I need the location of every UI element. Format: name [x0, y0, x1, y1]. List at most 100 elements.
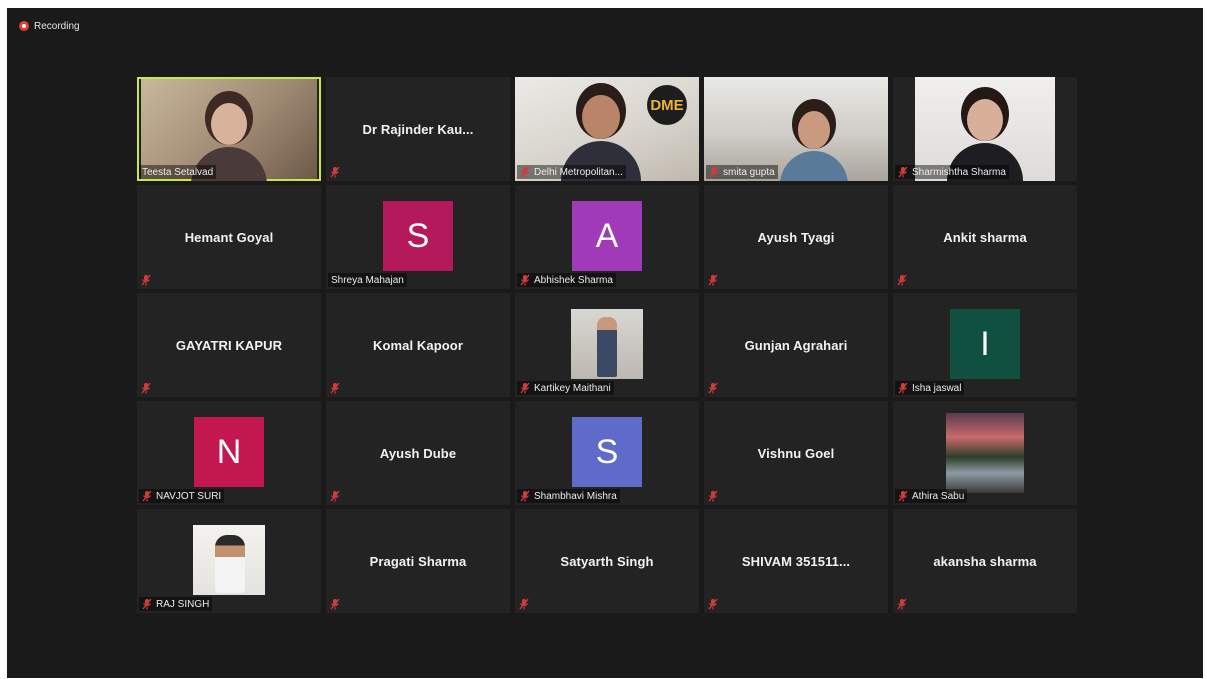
mic-muted-icon	[330, 382, 340, 394]
recording-indicator[interactable]: Recording	[19, 19, 80, 33]
record-icon	[19, 21, 29, 31]
mic-muted-icon	[897, 274, 907, 286]
mic-muted-icon	[330, 490, 340, 502]
mic-muted-indicator	[141, 381, 151, 394]
participant-figure	[967, 99, 1003, 141]
participant-tile-ayush-tyagi[interactable]: Ayush Tyagi	[704, 185, 888, 289]
participant-name-label: Delhi Metropolitan...	[517, 165, 626, 179]
participant-name: Athira Sabu	[912, 490, 965, 502]
mic-muted-icon	[708, 490, 718, 502]
participant-name: Komal Kapoor	[372, 337, 464, 353]
participant-name-label: RAJ SINGH	[139, 597, 213, 611]
mic-muted-icon	[520, 166, 530, 178]
mic-muted-icon	[330, 598, 340, 610]
participant-name: smita gupta	[723, 166, 775, 178]
participant-name: Vishnu Goel	[757, 445, 835, 461]
participant-name-label: Sharmishtha Sharma	[895, 165, 1009, 179]
participant-figure	[797, 111, 831, 149]
participant-tile-vishnu-goel[interactable]: Vishnu Goel	[704, 401, 888, 505]
mic-muted-icon	[141, 382, 151, 394]
mic-muted-icon	[897, 598, 907, 610]
participant-tile-hemant-goyal[interactable]: Hemant Goyal	[137, 185, 321, 289]
recording-label: Recording	[34, 20, 80, 32]
mic-muted-indicator	[708, 381, 718, 394]
mic-muted-indicator	[708, 273, 718, 286]
man-figure	[215, 535, 245, 593]
participant-name: Abhishek Sharma	[534, 274, 613, 286]
meeting-stage: Recording Teesta Setalvad Dr Rajinder Kau…	[7, 8, 1203, 678]
participant-tile-kartikey-maithani[interactable]: Kartikey Maithani	[515, 293, 699, 397]
participant-name-label: Teesta Setalvad	[139, 165, 217, 179]
profile-photo	[193, 525, 265, 595]
participant-figure	[582, 95, 620, 140]
participant-tile-akansha-sharma[interactable]: akansha sharma	[893, 509, 1077, 613]
participant-name-label: Shambhavi Mishra	[517, 489, 620, 503]
participant-tile-smita-gupta[interactable]: smita gupta	[704, 77, 888, 181]
participant-tile-teesta-setalvad[interactable]: Teesta Setalvad	[137, 77, 321, 181]
mic-muted-icon	[898, 490, 908, 502]
participant-name-label: Abhishek Sharma	[517, 273, 616, 287]
participant-name: Teesta Setalvad	[142, 166, 214, 178]
mic-muted-icon	[520, 490, 530, 502]
mic-muted-icon	[519, 598, 529, 610]
mic-muted-icon	[708, 274, 718, 286]
dme-logo: DME	[647, 85, 687, 125]
participant-name: Pragati Sharma	[369, 553, 467, 569]
participant-tile-dr-rajinder-kau[interactable]: Dr Rajinder Kau...	[326, 77, 510, 181]
mic-muted-icon	[142, 490, 152, 502]
participant-tile-raj-singh[interactable]: RAJ SINGH	[137, 509, 321, 613]
mic-muted-indicator	[330, 165, 340, 178]
mic-muted-icon	[330, 166, 340, 178]
participant-name: GAYATRI KAPUR	[175, 337, 283, 353]
participant-tile-satyarth-singh[interactable]: Satyarth Singh	[515, 509, 699, 613]
participant-tile-gunjan-agrahari[interactable]: Gunjan Agrahari	[704, 293, 888, 397]
participant-name: RAJ SINGH	[156, 598, 210, 610]
participant-avatar: A	[572, 201, 642, 271]
participant-tile-shambhavi-mishra[interactable]: S Shambhavi Mishra	[515, 401, 699, 505]
participant-name-label: Shreya Mahajan	[328, 273, 407, 287]
participant-tile-isha-jaswal[interactable]: I Isha jaswal	[893, 293, 1077, 397]
participant-tile-athira-sabu[interactable]: Athira Sabu	[893, 401, 1077, 505]
participant-name: Ayush Dube	[379, 445, 457, 461]
mic-muted-indicator	[897, 273, 907, 286]
participant-name: Satyarth Singh	[560, 553, 654, 569]
participant-tile-navjot-suri[interactable]: N NAVJOT SURI	[137, 401, 321, 505]
mic-muted-icon	[142, 598, 152, 610]
participant-tile-shivam-351511[interactable]: SHIVAM 351511...	[704, 509, 888, 613]
participant-name: Isha jaswal	[912, 382, 962, 394]
mic-muted-icon	[898, 382, 908, 394]
participant-name: Shreya Mahajan	[331, 274, 404, 286]
mic-muted-icon	[709, 166, 719, 178]
participant-tile-shreya-mahajan[interactable]: S Shreya Mahajan	[326, 185, 510, 289]
participant-avatar: S	[383, 201, 453, 271]
profile-photo	[946, 413, 1024, 493]
participant-tile-ayush-dube[interactable]: Ayush Dube	[326, 401, 510, 505]
mic-muted-icon	[520, 382, 530, 394]
participant-tile-sharmishtha-sharma[interactable]: Sharmishtha Sharma	[893, 77, 1077, 181]
mic-muted-indicator	[330, 597, 340, 610]
participant-tile-abhishek-sharma[interactable]: A Abhishek Sharma	[515, 185, 699, 289]
mic-muted-indicator	[330, 381, 340, 394]
participant-name-label: Kartikey Maithani	[517, 381, 614, 395]
participant-name: SHIVAM 351511...	[741, 553, 851, 569]
participant-avatar: S	[572, 417, 642, 487]
mic-muted-indicator	[708, 597, 718, 610]
profile-photo	[571, 309, 643, 379]
participant-name-label: Athira Sabu	[895, 489, 968, 503]
participant-tile-gayatri-kapur[interactable]: GAYATRI KAPUR	[137, 293, 321, 397]
participant-tile-pragati-sharma[interactable]: Pragati Sharma	[326, 509, 510, 613]
mic-muted-icon	[898, 166, 908, 178]
participant-tile-komal-kapoor[interactable]: Komal Kapoor	[326, 293, 510, 397]
suit-figure	[597, 317, 617, 377]
participant-gallery: Teesta Setalvad Dr Rajinder Kau... DME Delh…	[137, 77, 1077, 613]
participant-name: Shambhavi Mishra	[534, 490, 617, 502]
participant-name: Gunjan Agrahari	[744, 337, 848, 353]
participant-name: NAVJOT SURI	[156, 490, 222, 502]
participant-tile-delhi-metropolitan[interactable]: DME Delhi Metropolitan...	[515, 77, 699, 181]
participant-tile-ankit-sharma[interactable]: Ankit sharma	[893, 185, 1077, 289]
participant-name: Ayush Tyagi	[757, 229, 835, 245]
participant-figure	[211, 103, 247, 145]
mic-muted-icon	[708, 382, 718, 394]
participant-name-label: NAVJOT SURI	[139, 489, 225, 503]
participant-name-label: smita gupta	[706, 165, 778, 179]
